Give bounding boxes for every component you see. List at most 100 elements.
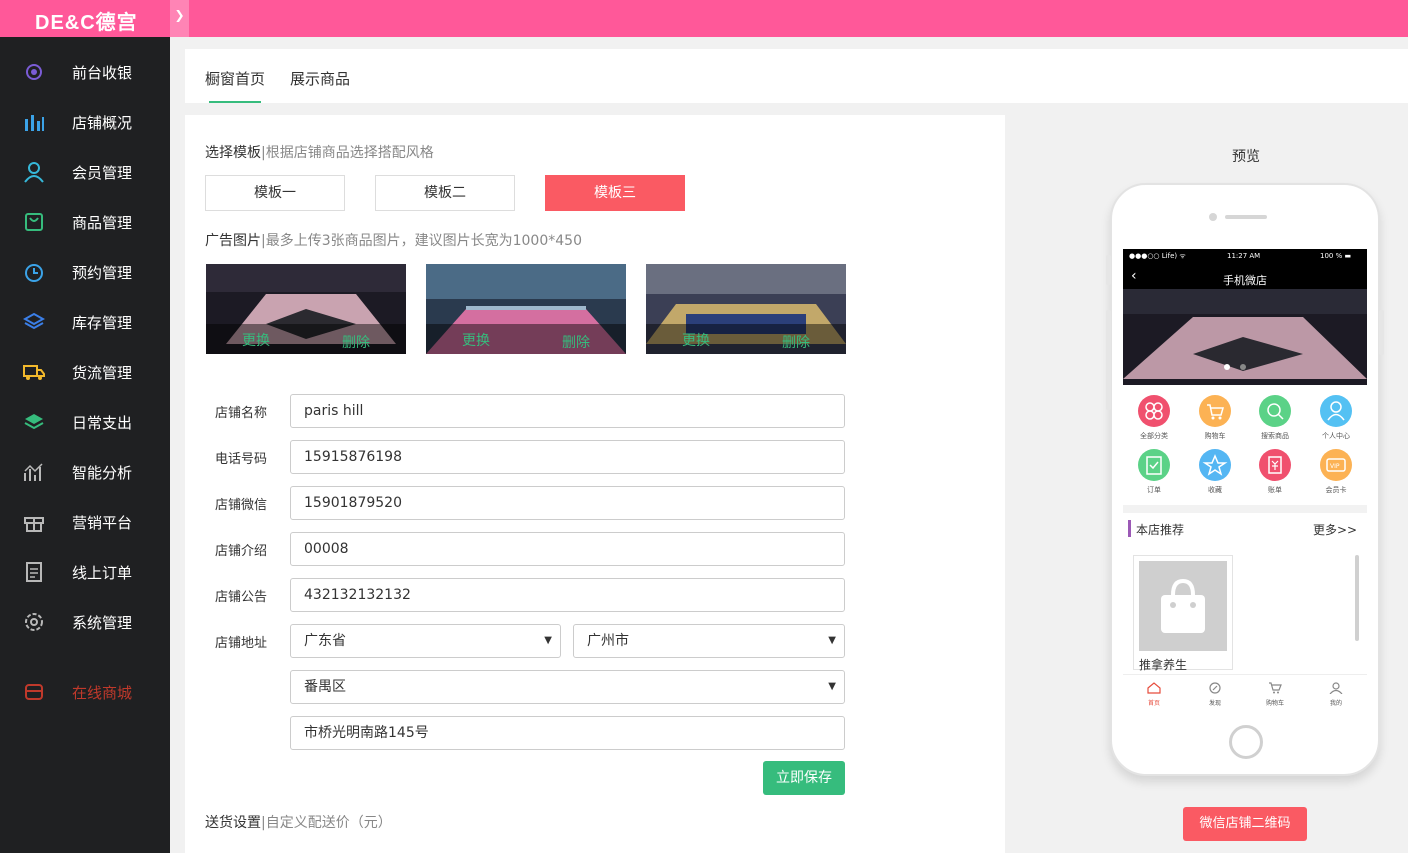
sidebar-item-store-overview[interactable]: 店铺概况 [0, 97, 170, 147]
sidebar-item-label: 会员管理 [72, 164, 133, 182]
caret-down-icon: ▼ [544, 635, 552, 646]
template-option-2[interactable]: 模板二 [375, 175, 515, 211]
tab-display-products[interactable]: 展示商品 [290, 68, 350, 89]
sidebar-item-members[interactable]: 会员管理 [0, 147, 170, 197]
sidebar-item-expenses[interactable]: 日常支出 [0, 397, 170, 447]
arena-photo [1123, 289, 1367, 385]
tab-showcase-home[interactable]: 橱窗首页 [205, 68, 265, 89]
alarm-clock-icon [25, 264, 43, 282]
wechat-input[interactable]: 15901879520 [290, 486, 845, 520]
category-label: 购物车 [1204, 432, 1226, 440]
phone-label: 电话号码 [215, 452, 268, 467]
shopping-bag-icon [25, 213, 43, 231]
wechat-label: 店铺微信 [215, 498, 268, 513]
sidebar-item-appointments[interactable]: 预约管理 [0, 247, 170, 297]
cart-icon [1269, 682, 1282, 694]
vip-card-icon: VIP [1320, 449, 1352, 481]
template-option-3[interactable]: 模板三 [545, 175, 685, 211]
more-link[interactable]: 更多>> [1313, 521, 1357, 538]
phone-input[interactable]: 15915876198 [290, 440, 845, 474]
sidebar-item-cashier[interactable]: 前台收银 [0, 47, 170, 97]
user-icon [1329, 682, 1343, 695]
phone-screen: ●●●○○ Life) ᯤ 11:27 AM 100 % ▬ ‹ 手机微店 全部… [1123, 249, 1367, 710]
order-list-icon [26, 562, 42, 582]
category-label: 全部分类 [1140, 432, 1168, 440]
store-notice-input[interactable]: 432132132132 [290, 578, 845, 612]
logo-area: DE&C德宫 [0, 0, 170, 37]
bill-icon [1259, 449, 1291, 481]
category-search[interactable]: 搜索商品 [1245, 395, 1305, 449]
bottom-nav-profile[interactable]: 我的 [1306, 679, 1366, 707]
image-action-overlay [426, 324, 626, 354]
category-all[interactable]: 全部分类 [1124, 395, 1184, 449]
province-value: 广东省 [304, 633, 346, 649]
preview-title: 预览 [1232, 149, 1260, 165]
ad-image-1: 更换 删除 [206, 264, 406, 354]
store-intro-label: 店铺介绍 [215, 544, 268, 559]
image-action-overlay [646, 324, 846, 354]
category-profile[interactable]: 个人中心 [1306, 395, 1366, 449]
province-select[interactable]: 广东省 ▼ [290, 624, 561, 658]
bottom-nav-cart[interactable]: 购物车 [1245, 679, 1305, 707]
sidebar-item-logistics[interactable]: 货流管理 [0, 347, 170, 397]
category-bills[interactable]: 账单 [1245, 449, 1305, 503]
phone-bottom-nav: 首页 发现 购物车 我的 [1123, 674, 1367, 710]
template-option-1[interactable]: 模板一 [205, 175, 345, 211]
ad-section-heading: 广告图片|最多上传3张商品图片，建议图片长宽为1000*450 [205, 230, 582, 250]
category-label: 搜索商品 [1261, 432, 1289, 440]
category-label: 会员卡 [1325, 486, 1347, 494]
sidebar-item-marketing[interactable]: 营销平台 [0, 497, 170, 547]
sidebar-item-system[interactable]: 系统管理 [0, 597, 170, 647]
street-address-input[interactable]: 市桥光明南路145号 [290, 716, 845, 750]
delivery-section-heading: 送货设置|自定义配送价（元） [205, 812, 392, 832]
delete-image-button[interactable]: 删除 [342, 332, 370, 352]
gift-icon [24, 517, 44, 532]
user-icon [1320, 395, 1352, 427]
delete-image-button[interactable]: 删除 [782, 332, 810, 352]
sidebar-item-inventory[interactable]: 库存管理 [0, 297, 170, 347]
sidebar-item-label: 预约管理 [72, 264, 133, 282]
change-image-button[interactable]: 更换 [462, 330, 490, 350]
settings-panel: 选择模板|根据店铺商品选择搭配风格 模板一 模板二 模板三 广告图片|最多上传3… [185, 115, 1005, 853]
category-label: 账单 [1268, 486, 1282, 494]
tab-bar: 橱窗首页 展示商品 [185, 49, 1408, 103]
store-intro-input[interactable]: 00008 [290, 532, 845, 566]
preview-scrollbar[interactable] [1355, 555, 1359, 641]
all-categories-icon [1138, 395, 1170, 427]
search-icon [1259, 395, 1291, 427]
sidebar-item-label: 系统管理 [72, 614, 133, 632]
status-time: 11:27 AM [1227, 252, 1261, 260]
category-vip-card[interactable]: VIP 会员卡 [1306, 449, 1366, 503]
wechat-qr-button[interactable]: 微信店铺二维码 [1183, 807, 1307, 841]
section-title: 广告图片 [205, 233, 261, 249]
change-image-button[interactable]: 更换 [242, 330, 270, 350]
sidebar-item-products[interactable]: 商品管理 [0, 197, 170, 247]
category-label: 收藏 [1208, 486, 1222, 494]
template-section-heading: 选择模板|根据店铺商品选择搭配风格 [205, 142, 434, 162]
sidebar-item-online-store[interactable]: 在线商城 [0, 667, 170, 717]
section-title: 选择模板 [205, 145, 261, 161]
category-orders[interactable]: 订单 [1124, 449, 1184, 503]
shopping-bag-icon [1161, 578, 1205, 633]
change-image-button[interactable]: 更换 [682, 330, 710, 350]
bottom-nav-home[interactable]: 首页 [1124, 679, 1184, 707]
district-select[interactable]: 番禺区 ▼ [290, 670, 845, 704]
sidebar-item-online-orders[interactable]: 线上订单 [0, 547, 170, 597]
store-notice-label: 店铺公告 [215, 590, 268, 605]
district-value: 番禺区 [304, 679, 346, 695]
collapse-sidebar-toggle[interactable]: ❯ [170, 0, 189, 37]
sidebar-item-label: 前台收银 [72, 64, 133, 82]
product-card[interactable]: 推拿养生 [1133, 555, 1233, 672]
analytics-icon [24, 463, 43, 481]
category-cart[interactable]: 购物车 [1185, 395, 1245, 449]
category-favorites[interactable]: 收藏 [1185, 449, 1245, 503]
store-name-input[interactable]: paris hill [290, 394, 845, 428]
save-button[interactable]: 立即保存 [763, 761, 845, 795]
city-select[interactable]: 广州市 ▼ [573, 624, 845, 658]
active-tab-indicator [209, 101, 261, 103]
delete-image-button[interactable]: 删除 [562, 332, 590, 352]
truck-icon [23, 365, 45, 380]
sidebar-item-analytics[interactable]: 智能分析 [0, 447, 170, 497]
phone-side-button [1106, 310, 1111, 410]
bottom-nav-discover[interactable]: 发现 [1185, 679, 1245, 707]
